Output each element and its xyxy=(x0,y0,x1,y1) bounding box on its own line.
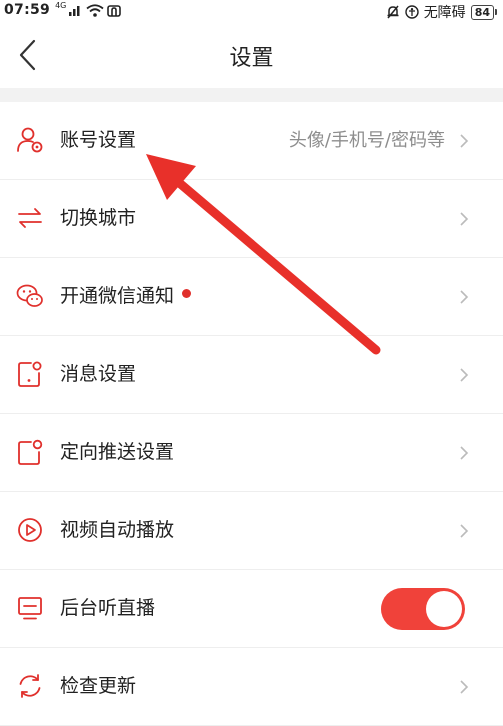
settings-row-switch-city[interactable]: 切换城市 xyxy=(0,180,503,258)
battery-indicator: 84 xyxy=(470,4,498,20)
wechat-icon xyxy=(16,284,43,307)
red-dot-badge xyxy=(182,289,192,298)
navigation-bar: 设置 xyxy=(0,22,503,88)
accessibility-label: 无障碍 xyxy=(423,5,466,21)
settings-row-label-text: 开通微信通知 xyxy=(60,285,175,307)
chevron-right-icon xyxy=(460,290,469,304)
settings-row-label: 检查更新 xyxy=(60,675,137,697)
chevron-right-icon xyxy=(460,212,469,226)
push-notification-icon xyxy=(18,439,43,465)
chevron-right-icon xyxy=(460,446,469,460)
message-device-icon xyxy=(18,361,42,387)
accessibility-icon xyxy=(404,5,419,19)
monitor-icon xyxy=(18,597,42,620)
signal-icon xyxy=(69,6,80,16)
settings-row-check-update[interactable]: 检查更新 xyxy=(0,648,503,726)
background-live-toggle[interactable] xyxy=(381,588,465,630)
settings-row-push[interactable]: 定向推送设置 xyxy=(0,414,503,492)
bell-mute-icon xyxy=(387,5,399,19)
settings-row-label: 定向推送设置 xyxy=(60,441,175,463)
chevron-right-icon xyxy=(460,368,469,382)
section-divider xyxy=(0,88,503,102)
status-time: 07:59 xyxy=(4,2,51,18)
settings-row-label: 消息设置 xyxy=(60,363,137,385)
settings-row-background-live: 后台听直播 xyxy=(0,570,503,648)
toggle-knob xyxy=(426,591,462,627)
settings-row-label: 视频自动播放 xyxy=(60,519,175,541)
settings-row-message[interactable]: 消息设置 xyxy=(0,336,503,414)
network-type-label: 4G xyxy=(55,0,67,10)
nfc-icon xyxy=(107,4,122,17)
page-title: 设置 xyxy=(229,46,274,71)
settings-row-label: 后台听直播 xyxy=(60,597,156,619)
switch-arrows-icon xyxy=(18,208,42,228)
chevron-right-icon xyxy=(460,134,469,148)
settings-row-autoplay[interactable]: 视频自动播放 xyxy=(0,492,503,570)
settings-row-value: 头像/手机号/密码等 xyxy=(288,130,445,151)
status-bar: 07:59 4G 无障碍 84 xyxy=(0,0,503,22)
settings-row-label: 开通微信通知 xyxy=(60,258,192,335)
settings-row-wechat-notify[interactable]: 开通微信通知 xyxy=(0,258,503,336)
status-left: 07:59 4G xyxy=(4,0,122,18)
chevron-right-icon xyxy=(460,524,469,538)
settings-list: 账号设置 头像/手机号/密码等 切换城市 开通微信通知 消息设置 定向推送设置 … xyxy=(0,102,503,726)
play-circle-icon xyxy=(18,518,42,542)
refresh-icon xyxy=(19,674,41,698)
status-right: 无障碍 84 xyxy=(386,2,498,22)
settings-row-label: 账号设置 xyxy=(60,129,137,151)
user-gear-icon xyxy=(17,127,43,153)
wifi-icon xyxy=(86,3,104,17)
settings-row-account[interactable]: 账号设置 头像/手机号/密码等 xyxy=(0,102,503,180)
chevron-right-icon xyxy=(460,680,469,694)
settings-row-label: 切换城市 xyxy=(60,207,137,229)
